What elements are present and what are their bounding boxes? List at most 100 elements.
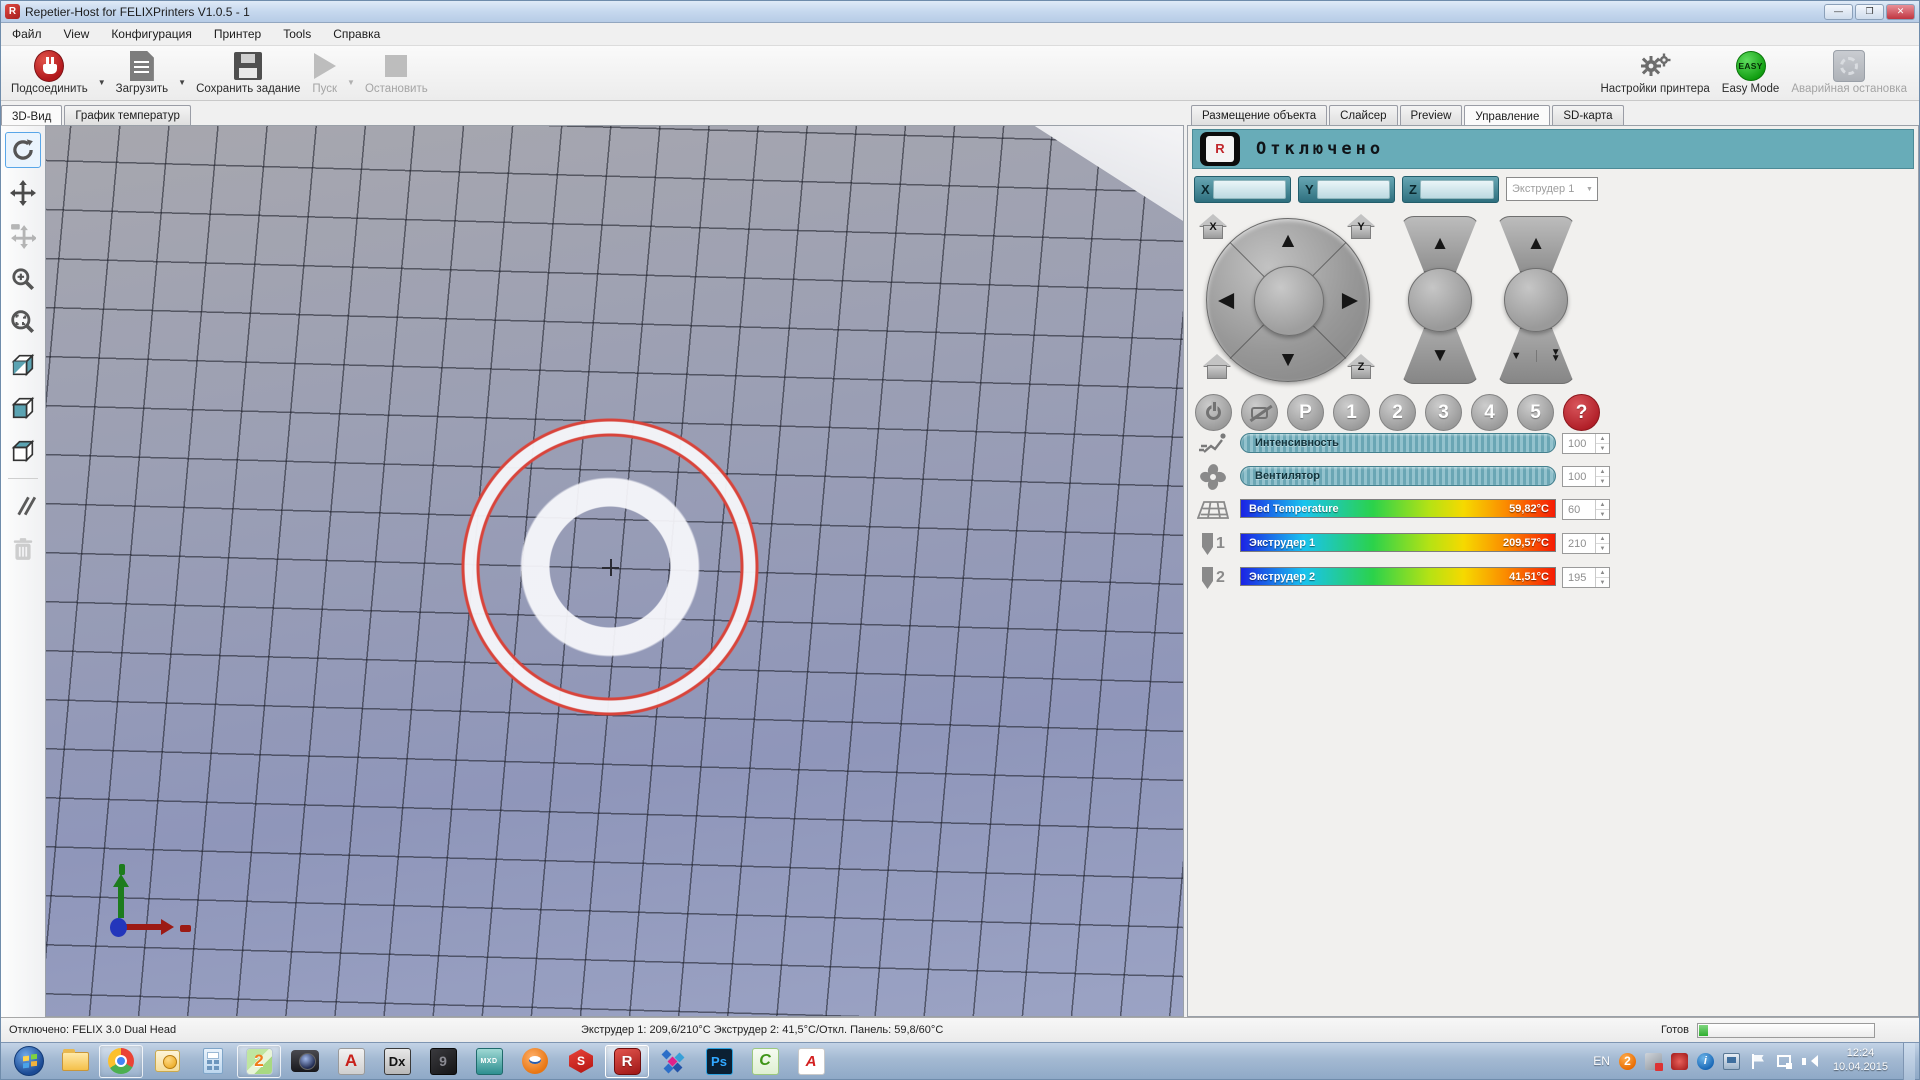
taskbar-photoshop[interactable]: Ps (697, 1045, 741, 1078)
easy-mode-button[interactable]: EASY Easy Mode (1716, 47, 1786, 99)
language-indicator[interactable]: EN (1593, 1054, 1610, 1068)
load-dropdown-caret[interactable]: ▼ (174, 78, 190, 87)
fan-spinner[interactable]: 100 ▲▼ (1562, 466, 1610, 487)
delete-object-button[interactable] (5, 531, 41, 567)
taskbar-camera[interactable] (283, 1045, 327, 1078)
menu-file[interactable]: Файл (1, 24, 53, 44)
tray-alert-icon[interactable] (1671, 1053, 1688, 1070)
home-x-button[interactable]: X (1198, 214, 1228, 241)
extrude-button[interactable]: ▼ (1497, 350, 1536, 362)
x-position-input[interactable] (1213, 180, 1286, 199)
tab-sd-card[interactable]: SD-карта (1552, 105, 1623, 125)
preset-1-button[interactable]: 1 (1333, 394, 1370, 431)
menu-config[interactable]: Конфигурация (100, 24, 203, 44)
jog-y-minus-arrow[interactable]: ▼ (1278, 349, 1299, 370)
jog-center-button[interactable] (1254, 266, 1324, 336)
taskbar-3dsmax[interactable]: MXD (467, 1045, 511, 1078)
tab-object-placement[interactable]: Размещение объекта (1191, 105, 1327, 125)
spin-down[interactable]: ▼ (1596, 509, 1609, 519)
preset-5-button[interactable]: 5 (1517, 394, 1554, 431)
motors-off-button[interactable] (1241, 394, 1278, 431)
xy-jog-pad[interactable]: ▲ ▼ ◀ ▶ (1206, 218, 1370, 382)
spin-down[interactable]: ▼ (1596, 577, 1609, 587)
extruder-center-button[interactable] (1504, 268, 1568, 332)
save-job-button[interactable]: Сохранить задание (190, 47, 306, 99)
home-z-button[interactable]: Z (1346, 354, 1376, 381)
start-dropdown-caret[interactable]: ▼ (343, 78, 359, 87)
connect-button[interactable]: Подсоединить (5, 47, 94, 99)
extruder-jog-control[interactable]: ▲ ▼ ▼▼ (1496, 216, 1576, 384)
rotate-view-button[interactable] (5, 132, 41, 168)
network-icon[interactable] (1775, 1053, 1792, 1070)
move-object-button[interactable] (5, 218, 41, 254)
extruder2-temp-spinner[interactable]: 195 ▲▼ (1562, 567, 1610, 588)
start-button[interactable]: Пуск (306, 47, 343, 99)
isometric-view-button[interactable] (5, 347, 41, 383)
tab-temp-graph[interactable]: График температур (64, 105, 191, 125)
taskbar-autocad[interactable]: A (329, 1045, 373, 1078)
preset-3-button[interactable]: 3 (1425, 394, 1462, 431)
extruder2-temp-bar[interactable]: Экструдер 2 41,51°C (1240, 567, 1556, 586)
emergency-stop-button[interactable]: Аварийная остановка (1785, 47, 1913, 99)
tab-preview[interactable]: Preview (1400, 105, 1463, 125)
close-button[interactable]: ✕ (1886, 4, 1915, 20)
maximize-button[interactable]: ❐ (1855, 4, 1884, 20)
clock[interactable]: 12:24 10.04.2015 (1833, 1047, 1888, 1075)
menu-view[interactable]: View (53, 24, 101, 44)
viewport-3d[interactable] (45, 125, 1184, 1017)
menu-help[interactable]: Справка (322, 24, 391, 44)
minimize-button[interactable]: — (1824, 4, 1853, 20)
preset-4-button[interactable]: 4 (1471, 394, 1508, 431)
parallel-projection-button[interactable] (5, 488, 41, 524)
bed-temp-bar[interactable]: Bed Temperature 59,82°C (1240, 499, 1556, 518)
printer-settings-button[interactable]: Настройки принтера (1594, 47, 1715, 99)
extruder-select[interactable]: Экструдер 1 ▼ (1506, 177, 1598, 201)
extruder1-temp-spinner[interactable]: 210 ▲▼ (1562, 533, 1610, 554)
spin-down[interactable]: ▼ (1596, 476, 1609, 486)
stop-button[interactable]: Остановить (359, 47, 434, 99)
spin-down[interactable]: ▼ (1596, 443, 1609, 453)
spin-up[interactable]: ▲ (1596, 568, 1609, 577)
preset-2-button[interactable]: 2 (1379, 394, 1416, 431)
home-all-button[interactable] (1202, 354, 1232, 381)
taskbar-daemon-tools[interactable] (651, 1045, 695, 1078)
jog-x-plus-arrow[interactable]: ▶ (1342, 290, 1358, 311)
tab-3d-view[interactable]: 3D-Вид (1, 105, 62, 126)
menu-tools[interactable]: Tools (272, 24, 322, 44)
zoom-fit-button[interactable] (5, 304, 41, 340)
load-button[interactable]: Загрузить (110, 47, 175, 99)
power-button[interactable] (1195, 394, 1232, 431)
taskbar-dark-app[interactable]: 9 (421, 1045, 465, 1078)
taskbar-chrome[interactable] (99, 1045, 143, 1078)
start-button-orb[interactable] (7, 1045, 51, 1078)
volume-icon[interactable] (1801, 1053, 1818, 1070)
menu-printer[interactable]: Принтер (203, 24, 272, 44)
z-position-input[interactable] (1420, 180, 1494, 199)
help-button[interactable]: ? (1563, 394, 1600, 431)
taskbar-repetier-host[interactable]: R (605, 1045, 649, 1078)
flow-spinner[interactable]: 100 ▲▼ (1562, 433, 1610, 454)
park-button[interactable]: P (1287, 394, 1324, 431)
spin-down[interactable]: ▼ (1596, 543, 1609, 553)
spin-up[interactable]: ▲ (1596, 534, 1609, 543)
spin-up[interactable]: ▲ (1596, 500, 1609, 509)
tray-2gis-icon[interactable]: 2 (1619, 1053, 1636, 1070)
z-up-button[interactable]: ▲ (1400, 216, 1480, 272)
zoom-in-button[interactable] (5, 261, 41, 297)
jog-x-minus-arrow[interactable]: ◀ (1218, 290, 1234, 311)
taskbar-outlook[interactable] (145, 1045, 189, 1078)
extruder1-temp-bar[interactable]: Экструдер 1 209,57°C (1240, 533, 1556, 552)
front-view-button[interactable] (5, 390, 41, 426)
spin-up[interactable]: ▲ (1596, 434, 1609, 443)
tray-app-icon[interactable] (1645, 1053, 1662, 1070)
taskbar-coreldraw[interactable]: C (743, 1045, 787, 1078)
fan-slider[interactable]: Вентилятор (1240, 466, 1556, 486)
bed-temp-spinner[interactable]: 60 ▲▼ (1562, 499, 1610, 520)
extrude-fast-button[interactable]: ▼▼ (1536, 350, 1576, 362)
taskbar-2gis[interactable]: 2 (237, 1045, 281, 1078)
taskbar-explorer[interactable] (53, 1045, 97, 1078)
taskbar-dx[interactable]: Dx (375, 1045, 419, 1078)
tray-display-icon[interactable] (1723, 1053, 1740, 1070)
move-view-button[interactable] (5, 175, 41, 211)
show-desktop-button[interactable] (1903, 1043, 1915, 1080)
